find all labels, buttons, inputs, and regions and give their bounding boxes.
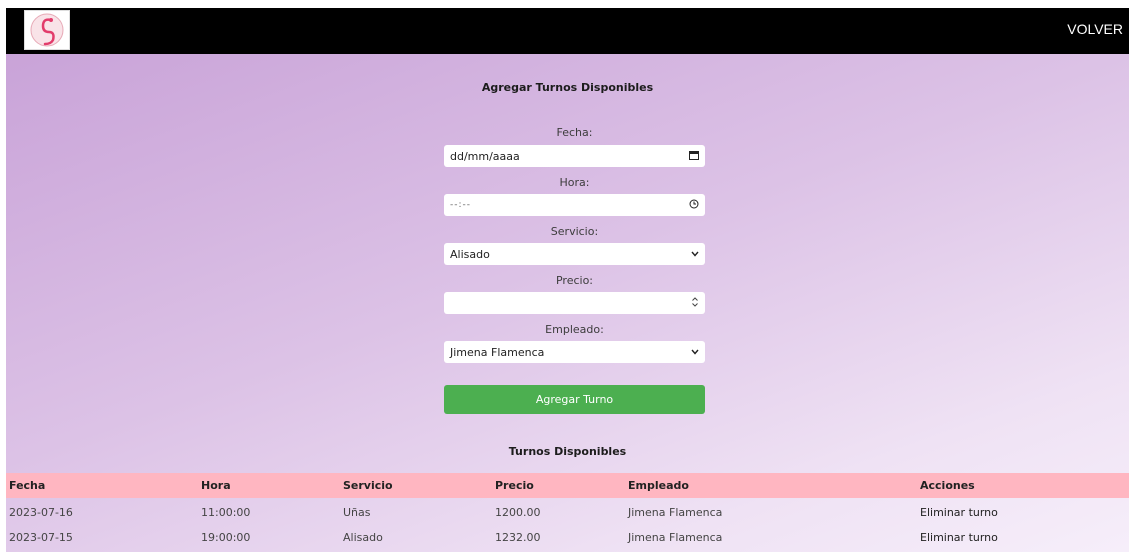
table-row: 2023-07-16 11:00:00 Uñas 1200.00 Jimena … [6,501,1129,523]
cell-empleado: Jimena Flamenca [628,531,723,544]
cell-hora: 19:00:00 [201,531,251,544]
flamingo-logo-icon [30,13,64,47]
cell-servicio: Alisado [343,531,383,544]
servicio-selected-value: Alisado [450,247,490,261]
column-header-fecha: Fecha [9,479,46,492]
column-header-hora: Hora [201,479,231,492]
column-header-acciones: Acciones [920,479,975,492]
top-navbar: VOLVER [6,8,1129,54]
empleado-select[interactable]: Jimena Flamenca [444,341,705,363]
servicio-label: Servicio: [550,225,599,238]
fecha-label: Fecha: [556,126,593,139]
table-title: Turnos Disponibles [508,445,627,458]
agregar-turno-button[interactable]: Agregar Turno [444,385,705,414]
cell-fecha: 2023-07-15 [9,531,73,544]
spinner-arrows-icon[interactable] [691,296,699,311]
chevron-down-icon [691,347,699,358]
column-header-empleado: Empleado [628,479,689,492]
fecha-input[interactable]: dd/mm/aaaa [444,145,705,167]
flamenca-logo[interactable] [24,10,70,50]
main-content: Agregar Turnos Disponibles Fecha: dd/mm/… [6,54,1129,552]
calendar-icon[interactable] [689,150,699,163]
column-header-servicio: Servicio [343,479,393,492]
empleado-label: Empleado: [545,323,604,336]
eliminar-turno-button[interactable]: Eliminar turno [920,531,998,544]
back-button[interactable]: VOLVER [1067,21,1123,37]
chevron-down-icon [691,249,699,260]
cell-precio: 1200.00 [495,506,541,519]
cell-servicio: Uñas [343,506,371,519]
form-title: Agregar Turnos Disponibles [481,81,654,94]
column-header-precio: Precio [495,479,534,492]
hora-label: Hora: [559,176,590,189]
table-header-row: Fecha Hora Servicio Precio Empleado Acci… [6,473,1129,498]
servicio-select[interactable]: Alisado [444,243,705,265]
cell-fecha: 2023-07-16 [9,506,73,519]
hora-placeholder: --:-- [450,200,472,210]
precio-label: Precio: [555,274,594,287]
cell-precio: 1232.00 [495,531,541,544]
empleado-selected-value: Jimena Flamenca [450,345,545,359]
cell-empleado: Jimena Flamenca [628,506,723,519]
precio-input[interactable] [444,292,705,314]
hora-input[interactable]: --:-- [444,194,705,216]
fecha-placeholder: dd/mm/aaaa [450,149,520,163]
table-row: 2023-07-15 19:00:00 Alisado 1232.00 Jime… [6,526,1129,548]
eliminar-turno-button[interactable]: Eliminar turno [920,506,998,519]
clock-icon[interactable] [689,199,699,212]
cell-hora: 11:00:00 [201,506,251,519]
